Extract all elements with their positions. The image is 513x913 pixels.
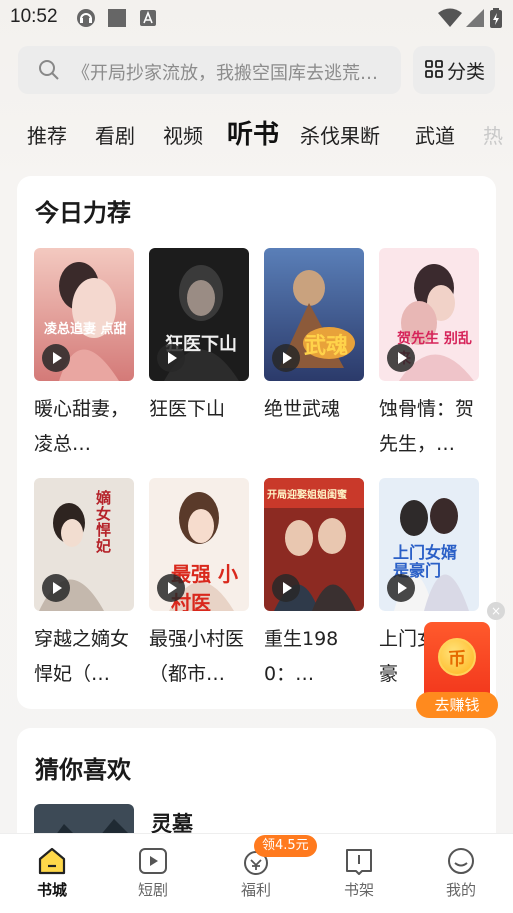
headset-icon (77, 9, 95, 27)
earn-label[interactable]: 去赚钱 (416, 692, 498, 718)
book-cover[interactable]: 武魂 (264, 248, 364, 381)
play-square-icon (139, 848, 167, 874)
search-bar[interactable]: 《开局抄家流放，我搬空国库去逃荒… (18, 46, 401, 94)
book-cover[interactable]: 嫡女悍妃 (34, 478, 134, 611)
nav-short-drama[interactable]: 短剧 (113, 846, 193, 900)
font-icon (140, 10, 156, 26)
nav-bookshelf[interactable]: 书架 (319, 846, 399, 900)
category-button[interactable]: 分类 (413, 46, 495, 94)
grid-icon (425, 60, 443, 78)
book-cover[interactable]: 最强 小村医 (149, 478, 249, 611)
book-cover[interactable]: 开局迎娶姐姐闺蜜 (264, 478, 364, 611)
play-icon[interactable] (387, 344, 415, 372)
home-icon (38, 847, 66, 875)
earn-money-widget[interactable]: 币 去赚钱 (416, 622, 498, 718)
section-title: 今日力荐 (35, 199, 131, 227)
nav-label: 书架 (343, 881, 374, 899)
welfare-badge: 领4.5元 (254, 835, 317, 857)
square-icon (108, 9, 126, 27)
play-icon[interactable] (272, 574, 300, 602)
coin-symbol: 币 (448, 649, 466, 670)
book-title[interactable]: 蚀骨情：贺先生，… (379, 392, 485, 462)
cover-text: 武魂 (304, 333, 349, 359)
book-title[interactable]: 穿越之嫡女悍妃（… (34, 622, 140, 692)
status-bar: 10:52 (0, 0, 513, 36)
section-title: 猜你喜欢 (35, 756, 131, 784)
book-cover[interactable]: 狂医下山 (149, 248, 249, 381)
book-title[interactable]: 最强小村医（都市… (149, 622, 255, 692)
book-cover[interactable]: 上门女婿 是豪门 (379, 478, 479, 611)
tab-watch-drama[interactable]: 看剧 (95, 120, 135, 149)
bookshelf-icon (346, 849, 372, 875)
book-title[interactable]: 暖心甜妻，凌总… (34, 392, 140, 462)
coin-icon: 币 (438, 638, 476, 676)
nav-mine[interactable]: 我的 (421, 846, 501, 900)
book-cover[interactable]: 凌总追妻 点甜 (34, 248, 134, 381)
book-cover[interactable]: 贺先生 别乱来 (379, 248, 479, 381)
play-icon[interactable] (157, 574, 185, 602)
status-time: 10:52 (10, 6, 58, 27)
close-icon[interactable]: × (487, 602, 505, 620)
play-icon[interactable] (42, 574, 70, 602)
play-icon[interactable] (42, 344, 70, 372)
channel-tabs: 推荐 看剧 视频 听书 杀伐果断 武道 热 (0, 108, 513, 158)
book-title[interactable]: 重生1980：… (264, 622, 370, 692)
book-title[interactable]: 绝世武魂 (264, 392, 370, 462)
tab-audiobook[interactable]: 听书 (227, 114, 279, 151)
tab-hot[interactable]: 热 (483, 120, 503, 149)
play-icon[interactable] (387, 574, 415, 602)
nav-label: 书城 (36, 881, 67, 899)
tab-recommend[interactable]: 推荐 (27, 120, 67, 149)
nav-label: 福利 (240, 881, 271, 899)
cover-text: 嫡女悍妃 (96, 489, 112, 555)
search-input[interactable]: 《开局抄家流放，我搬空国库去逃荒… (72, 59, 390, 85)
search-icon (39, 60, 59, 80)
category-label: 分类 (447, 61, 486, 83)
tab-video[interactable]: 视频 (163, 120, 203, 149)
nav-bookstore[interactable]: 书城 (12, 846, 92, 900)
cover-text: 开局迎娶姐姐闺蜜 (267, 490, 347, 501)
wifi-icon (438, 8, 462, 27)
nav-label: 短剧 (137, 881, 168, 899)
book-title[interactable]: 狂医下山 (149, 392, 255, 462)
cover-text: 凌总追妻 点甜 (44, 322, 127, 337)
signal-icon (466, 9, 484, 27)
play-icon[interactable] (157, 344, 185, 372)
nav-label: 我的 (445, 881, 476, 899)
smile-icon (448, 848, 474, 874)
tab-decisive[interactable]: 杀伐果断 (300, 120, 380, 149)
tab-martial[interactable]: 武道 (415, 120, 455, 149)
battery-icon (490, 8, 502, 28)
play-icon[interactable] (272, 344, 300, 372)
